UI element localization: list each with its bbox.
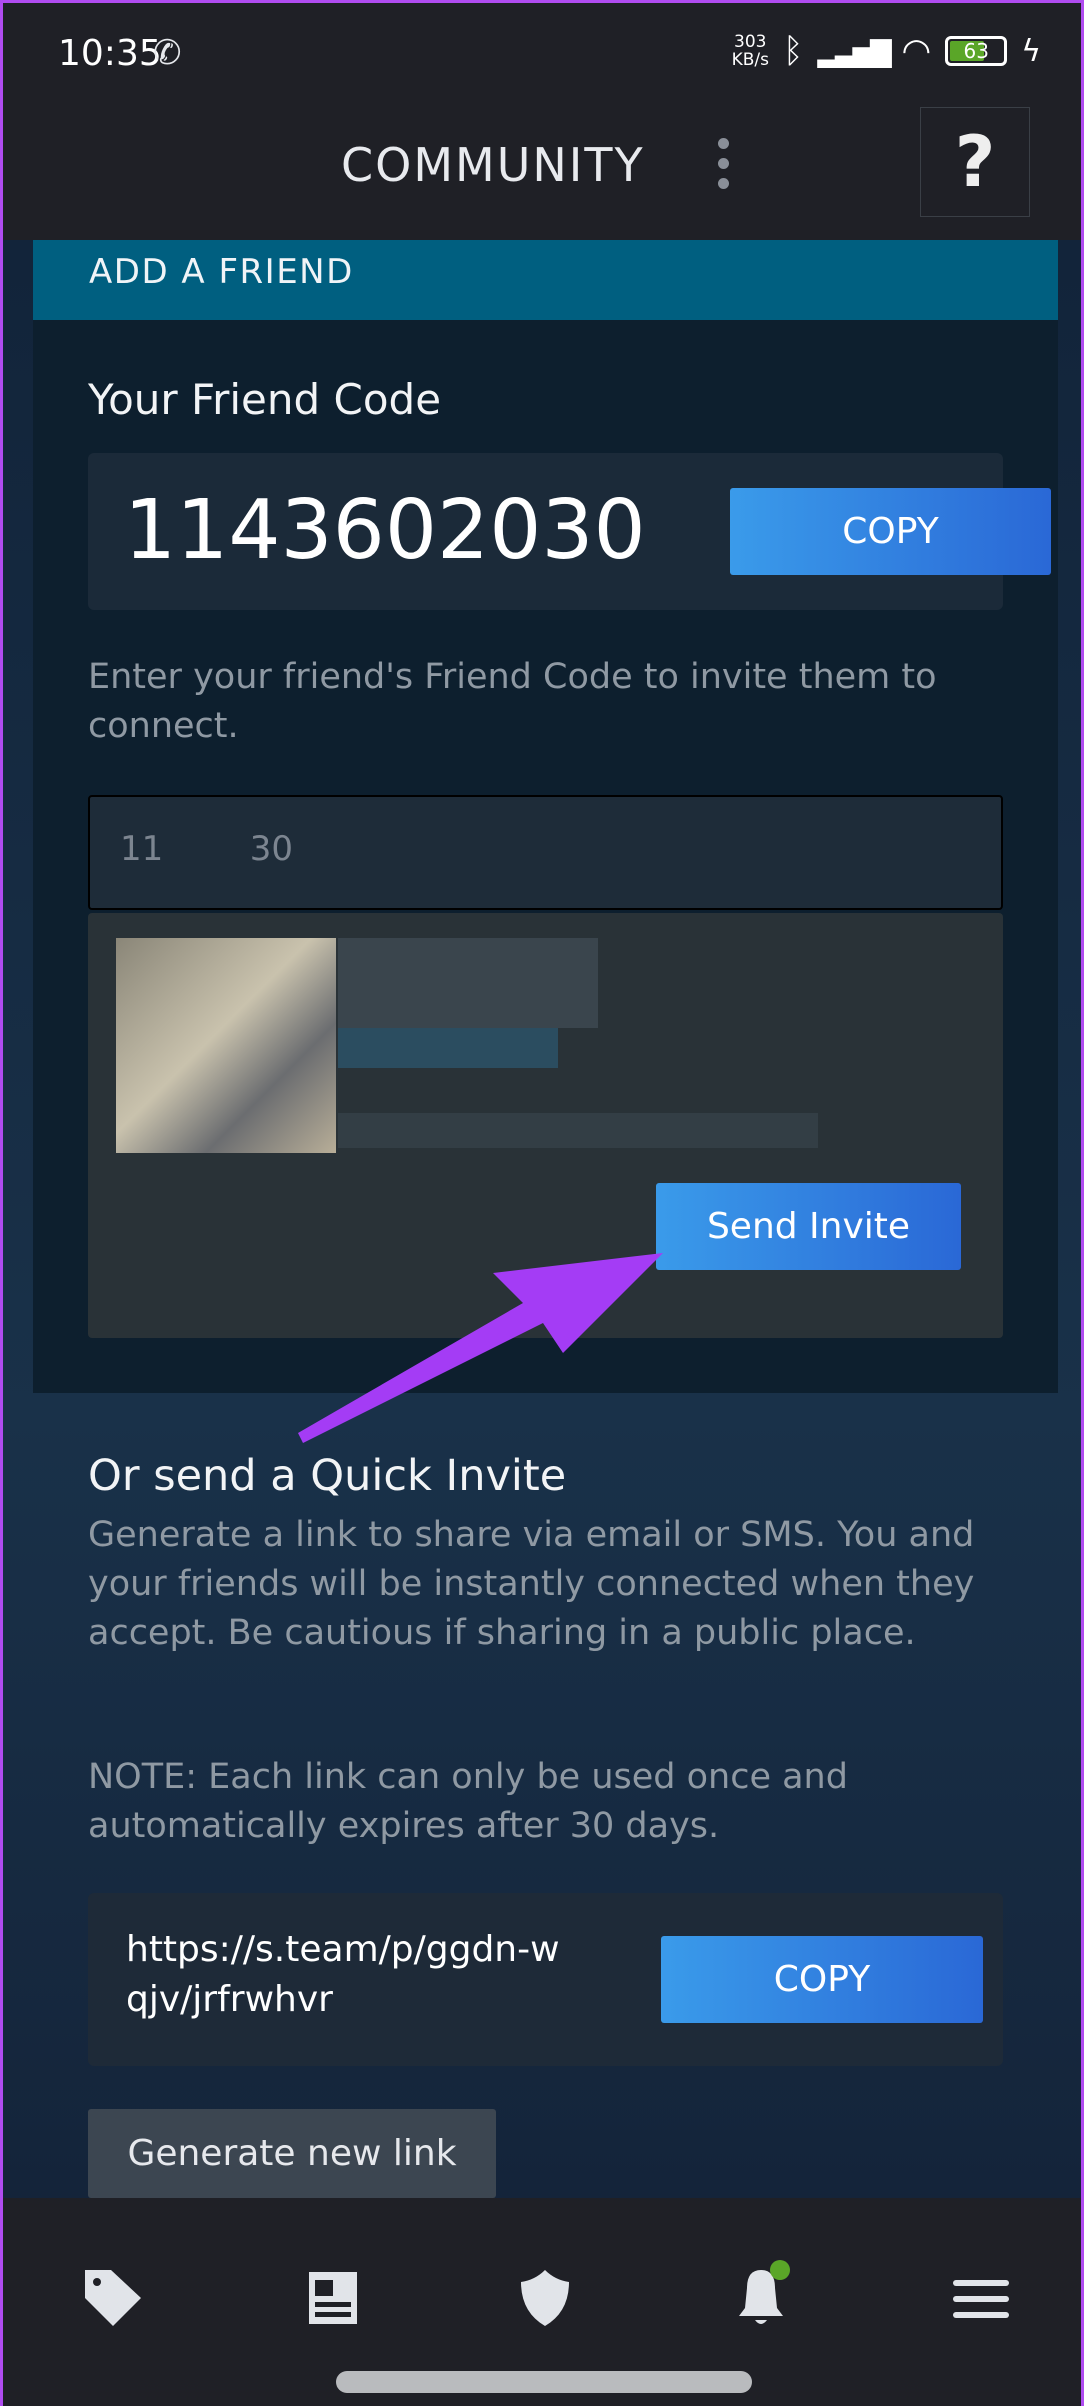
status-bar: 10:35 ✆ 303 KB/s ᛒ ▂▃▅▇ ◠ 63 ϟ: [3, 3, 1081, 103]
news-icon[interactable]: [303, 2268, 363, 2328]
wifi-icon: ◠: [901, 31, 932, 71]
quick-invite-note: NOTE: Each link can only be used once an…: [88, 1757, 848, 1846]
invite-link[interactable]: https://s.team/p/ggdn-wqjv/jrfrwhvr: [126, 1925, 576, 2025]
bluetooth-icon: ᛒ: [782, 31, 804, 71]
tag-icon[interactable]: [83, 2268, 143, 2328]
add-friend-banner: ADD A FRIEND: [33, 240, 1058, 320]
app-header: COMMUNITY ?: [3, 103, 1081, 240]
friend-status-blurred: [338, 1028, 558, 1068]
bell-icon[interactable]: [731, 2258, 801, 2328]
copy-link-button[interactable]: COPY: [661, 1936, 983, 2023]
quick-invite-description: Generate a link to share via email or SM…: [88, 1515, 975, 1653]
page-title: COMMUNITY: [341, 138, 645, 192]
network-speed: 303 KB/s: [731, 32, 769, 70]
generate-new-link-button[interactable]: Generate new link: [88, 2109, 496, 2198]
charging-icon: ϟ: [1021, 33, 1041, 69]
arrow-shape: [298, 1253, 663, 1443]
whatsapp-icon: ✆: [153, 33, 182, 73]
menu-icon[interactable]: [951, 2268, 1011, 2328]
help-button[interactable]: ?: [920, 107, 1030, 217]
signal-icon: ▂▃▅▇: [817, 34, 891, 68]
friend-name-blurred: [338, 938, 598, 1028]
more-options-icon[interactable]: [718, 138, 730, 198]
shield-icon[interactable]: [515, 2268, 575, 2328]
friend-code-label: Your Friend Code: [88, 375, 442, 424]
friend-code-input[interactable]: 11 30: [88, 795, 1003, 910]
annotation-arrow: [298, 1253, 663, 1443]
quick-invite-title: Or send a Quick Invite: [88, 1451, 567, 1501]
friend-info-blurred: [338, 1113, 818, 1148]
notification-badge: [770, 2260, 790, 2280]
clock: 10:35: [58, 33, 162, 74]
send-invite-button[interactable]: Send Invite: [656, 1183, 961, 1270]
battery-icon: 63: [945, 36, 1008, 66]
friend-code: 1143602030: [124, 483, 646, 578]
home-indicator[interactable]: [336, 2371, 752, 2393]
avatar: [116, 938, 336, 1153]
copy-friend-code-button[interactable]: COPY: [730, 488, 1051, 575]
friend-code-instruction: Enter your friend's Friend Code to invit…: [88, 657, 937, 746]
